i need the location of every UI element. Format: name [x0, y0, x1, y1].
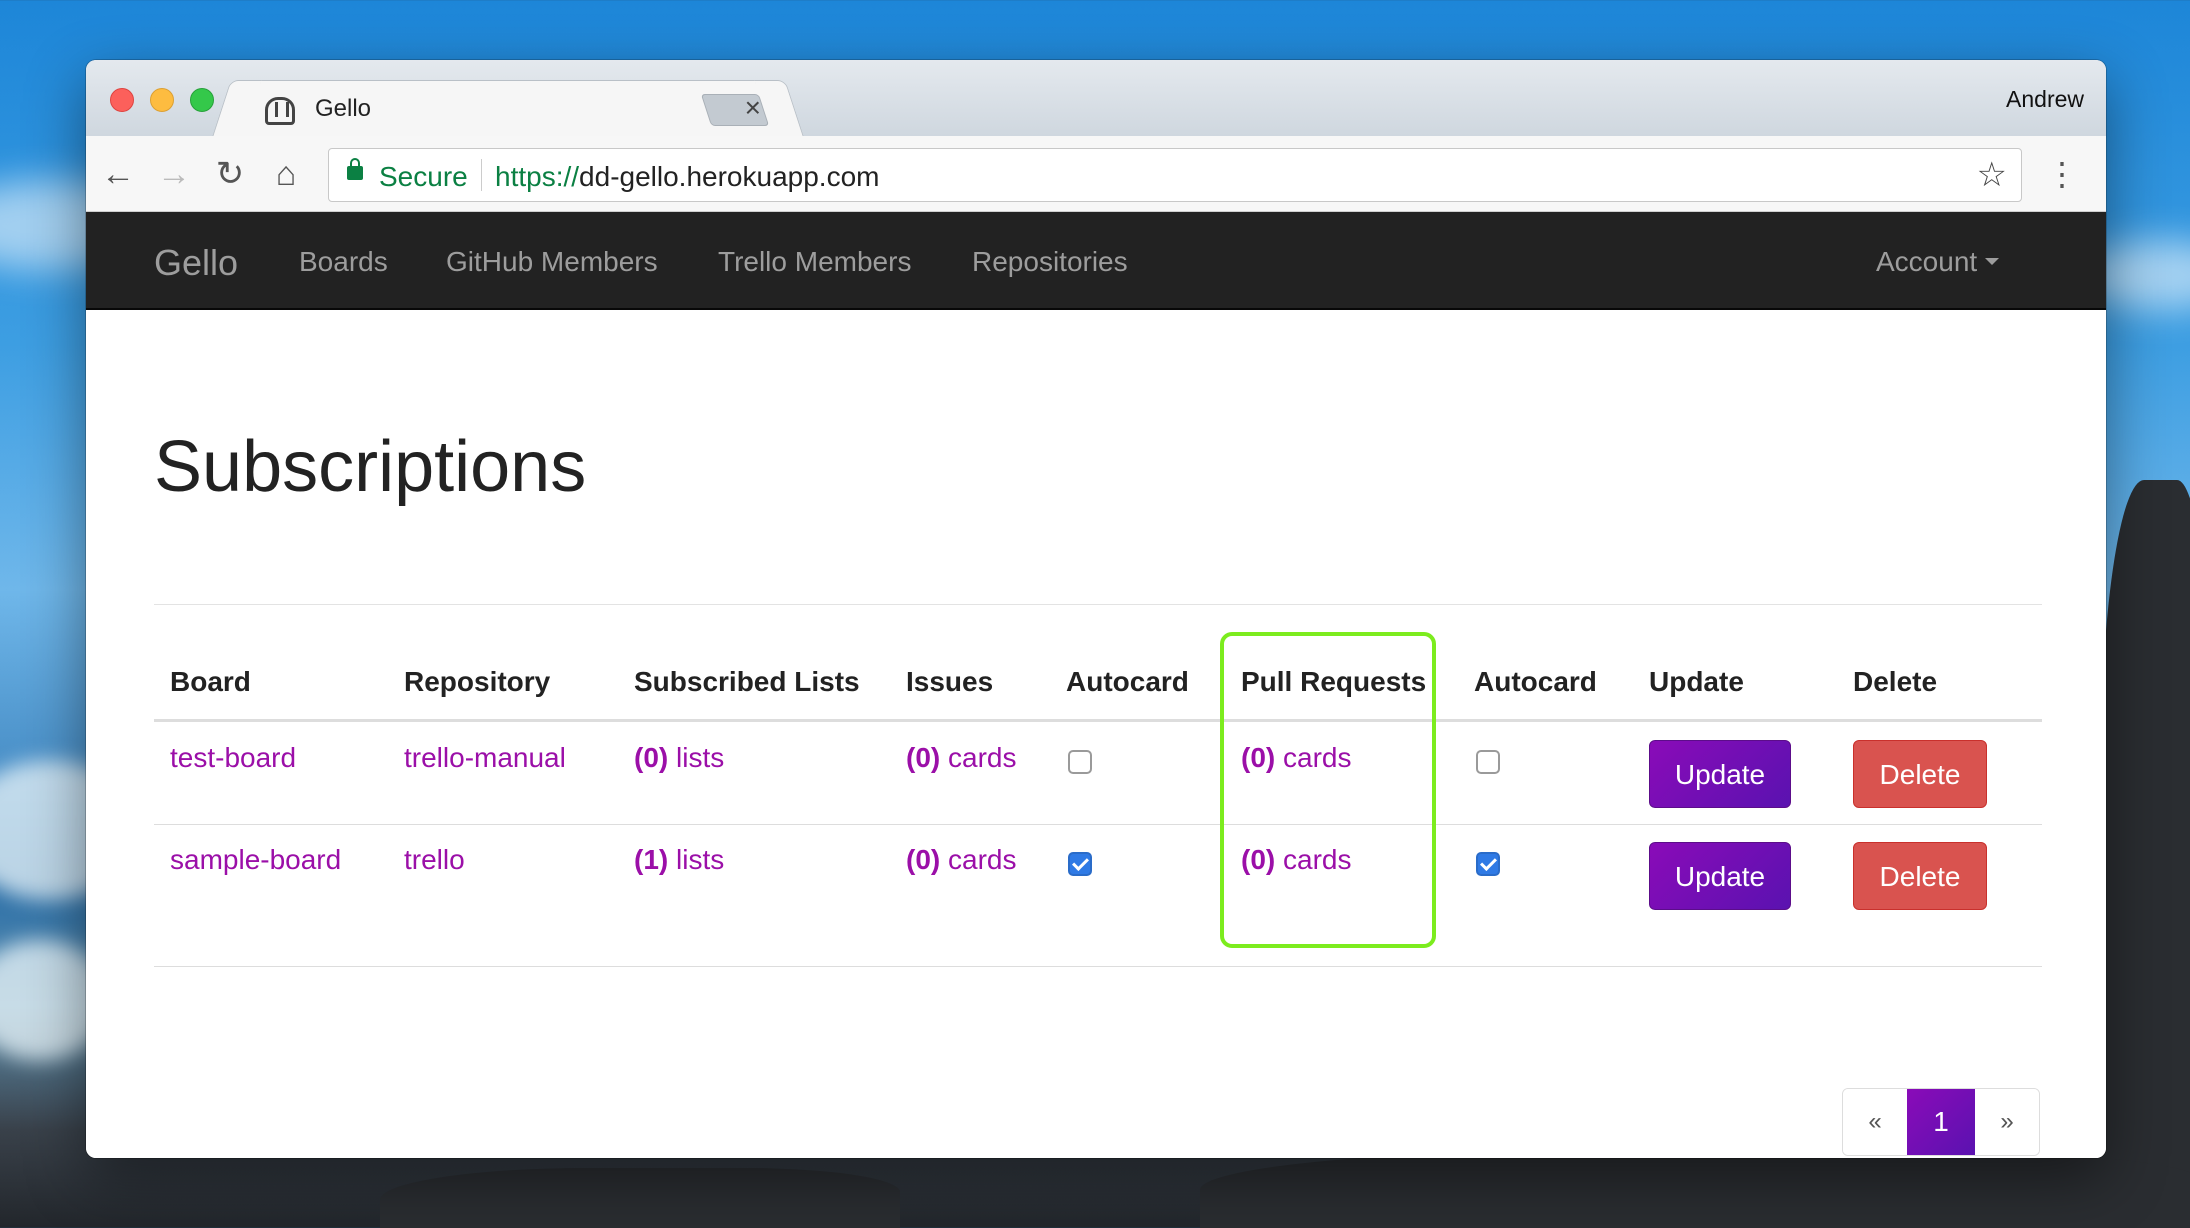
update-button[interactable]: Update [1649, 842, 1791, 910]
col-header-pr-autocard: Autocard [1474, 666, 1597, 697]
col-header-repository: Repository [404, 666, 551, 697]
issues-autocard-checkbox[interactable] [1068, 750, 1092, 774]
minimize-window-button[interactable] [150, 88, 174, 112]
caret-down-icon [1985, 258, 2000, 266]
bookmark-star-icon[interactable]: ☆ [1977, 157, 2007, 193]
col-header-issues-autocard: Autocard [1066, 666, 1189, 697]
browser-tab-active[interactable]: Gello × [236, 80, 780, 138]
browser-window: Gello × Andrew ← → ↻ ⌂ Secure https://dd… [86, 60, 2106, 1158]
lists-label: lists [676, 844, 725, 875]
nav-link-repositories[interactable]: Repositories [972, 246, 1128, 278]
issues-label: cards [948, 844, 1017, 875]
address-bar[interactable]: Secure https://dd-gello.herokuapp.com ☆ [328, 148, 2022, 202]
board-link[interactable]: test-board [170, 742, 296, 774]
row-divider [154, 824, 2042, 825]
pagination: « 1 » [1842, 1088, 2040, 1156]
close-window-button[interactable] [110, 88, 134, 112]
url-scheme: https:// [495, 161, 580, 192]
issues-cards-link[interactable]: (0) cards [906, 844, 1016, 876]
page-title: Subscriptions [154, 427, 587, 507]
page-content: Subscriptions Board Repository Subscribe… [86, 310, 2106, 1158]
subscribed-lists-link[interactable]: (1) lists [634, 844, 724, 876]
forward-arrow-icon[interactable]: → [154, 154, 194, 194]
navbar-brand[interactable]: Gello [154, 242, 238, 284]
app-navbar: Gello Boards GitHub Members Trello Membe… [86, 212, 2106, 310]
browser-menu-icon[interactable]: ⋮ [2046, 154, 2078, 194]
pagination-page-1[interactable]: 1 [1907, 1089, 1975, 1155]
repository-link[interactable]: trello [404, 844, 465, 876]
tab-title: Gello [315, 95, 372, 122]
tab-strip: Gello × Andrew [86, 60, 2106, 138]
lock-icon [347, 158, 363, 180]
gello-favicon-icon [265, 97, 295, 125]
reload-icon[interactable]: ↻ [210, 154, 250, 194]
pull-requests-highlight-box [1220, 632, 1436, 948]
secure-label: Secure [379, 161, 468, 192]
pagination-prev[interactable]: « [1843, 1089, 1907, 1155]
delete-button[interactable]: Delete [1853, 842, 1987, 910]
desktop-rock [2100, 480, 2190, 1228]
pr-autocard-checkbox[interactable] [1476, 852, 1500, 876]
lists-count: (1) [634, 844, 669, 875]
subscribed-lists-link[interactable]: (0) lists [634, 742, 724, 774]
account-label: Account [1876, 246, 1978, 277]
desktop-rock [380, 1168, 900, 1228]
maximize-window-button[interactable] [190, 88, 214, 112]
url-text[interactable]: https://dd-gello.herokuapp.com [495, 161, 879, 193]
back-arrow-icon[interactable]: ← [98, 154, 138, 194]
issues-cards-link[interactable]: (0) cards [906, 742, 1016, 774]
nav-link-boards[interactable]: Boards [299, 246, 388, 278]
lists-label: lists [676, 742, 725, 773]
lists-count: (0) [634, 742, 669, 773]
address-separator [481, 159, 482, 191]
col-header-subscribed-lists: Subscribed Lists [634, 666, 860, 697]
title-divider [154, 604, 2042, 605]
repository-link[interactable]: trello-manual [404, 742, 566, 774]
col-header-update: Update [1649, 666, 1744, 697]
issues-autocard-checkbox[interactable] [1068, 852, 1092, 876]
home-icon[interactable]: ⌂ [266, 154, 306, 194]
table-header-divider [154, 719, 2042, 722]
nav-link-github-members[interactable]: GitHub Members [446, 246, 658, 278]
browser-toolbar: ← → ↻ ⌂ Secure https://dd-gello.herokuap… [86, 136, 2106, 212]
url-host: dd-gello.herokuapp.com [579, 161, 880, 192]
issues-label: cards [948, 742, 1017, 773]
table-bottom-divider [154, 966, 2042, 967]
pagination-next[interactable]: » [1975, 1089, 2039, 1155]
profile-name[interactable]: Andrew [2006, 86, 2084, 113]
update-button[interactable]: Update [1649, 740, 1791, 808]
col-header-board: Board [170, 666, 251, 697]
pr-autocard-checkbox[interactable] [1476, 750, 1500, 774]
col-header-delete: Delete [1853, 666, 1938, 697]
col-header-issues: Issues [906, 666, 994, 697]
account-dropdown[interactable]: Account [1876, 246, 2000, 278]
nav-link-trello-members[interactable]: Trello Members [718, 246, 911, 278]
issues-count: (0) [906, 742, 941, 773]
close-tab-icon[interactable]: × [745, 93, 761, 123]
desktop-rock [1200, 1150, 2190, 1228]
issues-count: (0) [906, 844, 941, 875]
delete-button[interactable]: Delete [1853, 740, 1987, 808]
board-link[interactable]: sample-board [170, 844, 341, 876]
